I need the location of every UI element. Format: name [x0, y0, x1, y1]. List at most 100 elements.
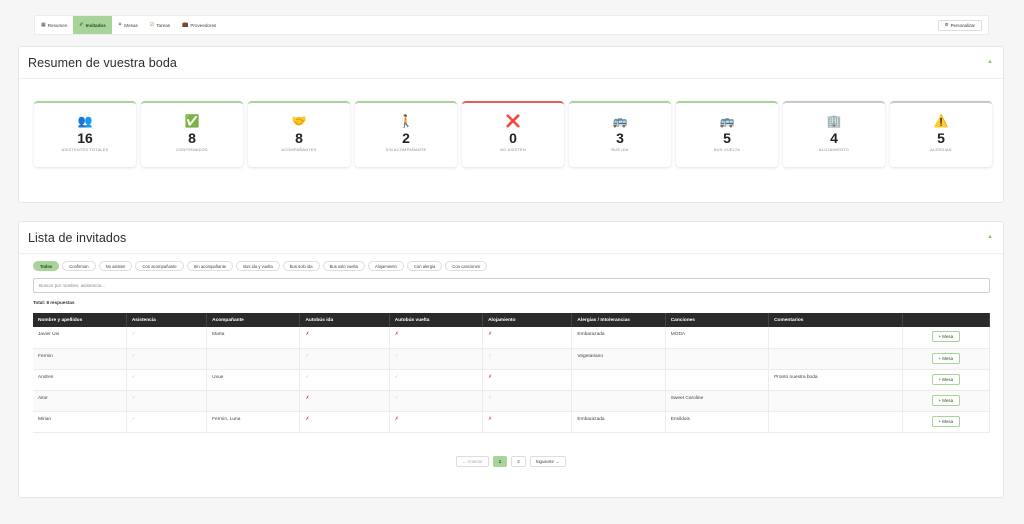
col-asistencia[interactable]: Asistencia: [126, 313, 208, 327]
cell-acciones: + Mesa: [902, 369, 991, 391]
table-row: Fermin ✓ ✓ ✓ ✓ Vegetariano + Mesa: [33, 348, 991, 370]
add-mesa-button[interactable]: + Mesa: [931, 352, 961, 364]
stat-label: Bus vuelta: [713, 148, 741, 152]
tab-mesas[interactable]: ⚘ Mesas: [112, 16, 144, 34]
bus-icon: 🚌: [612, 114, 628, 128]
col-canciones[interactable]: Canciones: [665, 313, 770, 327]
filter-sin-acompanante[interactable]: Sin acompañante: [186, 261, 234, 271]
tab-label: Proveedores: [190, 22, 217, 28]
stat-label: Asistentes totales: [61, 148, 109, 152]
checkbox-icon: ☑: [149, 22, 155, 28]
grid-icon: ▦: [41, 22, 46, 28]
col-nombre[interactable]: Nombre y apellidos: [33, 313, 127, 327]
filter-confirman[interactable]: Confirman: [62, 261, 96, 271]
tab-label: Mesas: [124, 22, 138, 28]
cell-bus-vuelta: ✗: [389, 411, 484, 433]
personalize-button[interactable]: ⚙ Personalizar: [937, 19, 982, 31]
collapse-guests-icon[interactable]: ▲: [987, 234, 993, 240]
filter-alojamiento[interactable]: Alojamiento: [367, 261, 404, 271]
cell-asistencia: ✓: [126, 411, 208, 433]
stat-value: 8: [188, 130, 196, 146]
cell-alojamiento: ✗: [482, 411, 573, 433]
filter-bus-solo-vuelta[interactable]: Bus solo vuelta: [322, 261, 365, 271]
top-navigation: ▦ Resumen ✐ Invitados ⚘ Mesas ☑ Tareas 💼…: [34, 15, 989, 35]
stat-label: No asisten: [500, 148, 526, 152]
col-acompanante[interactable]: Acompañante: [206, 313, 301, 327]
filter-no-asisten[interactable]: No asisten: [98, 261, 133, 271]
walking-person-icon: 🚶: [398, 114, 414, 128]
add-mesa-button[interactable]: + Mesa: [931, 373, 961, 385]
stat-card-no-asisten: ❌ 0 No asisten: [462, 101, 564, 167]
guests-panel: Lista de invitados ▲ Todos Confirman No …: [18, 221, 1004, 498]
tab-resumen[interactable]: ▦ Resumen: [35, 16, 73, 34]
collapse-summary-icon[interactable]: ▲: [987, 59, 993, 65]
table-row: Javier Uni ✓ Marta ✗ ✗ ✗ Embarazada MODA…: [33, 327, 991, 349]
cell-alojamiento: ✗: [482, 327, 573, 349]
page-2-button[interactable]: 2: [511, 456, 526, 467]
cell-comentarios: [768, 348, 903, 370]
cell-bus-vuelta: ✓: [389, 390, 484, 412]
cell-bus-vuelta: ✗: [389, 327, 484, 349]
cell-canciones: [665, 369, 770, 391]
stat-card-alergias: ⚠️ 5 Alergias: [890, 101, 992, 167]
cell-comentarios: [768, 327, 903, 349]
col-comentarios[interactable]: Comentarios: [768, 313, 903, 327]
stat-value: 5: [937, 130, 945, 146]
filter-bus-ida-vuelta[interactable]: Bus ida y vuelta: [236, 261, 280, 271]
cell-alojamiento: ✗: [482, 369, 573, 391]
stat-card-acompanantes: 🤝 8 Acompañantes: [248, 101, 350, 167]
summary-title: Resumen de vuestra boda: [28, 55, 177, 70]
next-page-button[interactable]: Siguiente →: [529, 456, 566, 467]
building-icon: 🏢: [826, 114, 842, 128]
cell-canciones: Sweet Caroline: [665, 390, 770, 412]
table-row: Mirian ✓ Fermin, Luna ✗ ✗ ✗ Embarazada E…: [33, 411, 991, 433]
search-input[interactable]: Buscar por nombre, asistencia...: [33, 278, 990, 293]
cell-acciones: + Mesa: [902, 327, 991, 349]
pencil-icon: ✐: [79, 22, 84, 28]
col-bus-vuelta[interactable]: Autobús vuelta: [389, 313, 484, 327]
cell-canciones: MODA: [665, 327, 770, 349]
filter-bus-solo-ida[interactable]: Bus solo ida: [282, 261, 320, 271]
tab-proveedores[interactable]: 💼 Proveedores: [176, 16, 222, 34]
total-count: Total: 8 respuestas: [33, 300, 75, 305]
filter-todos[interactable]: Todos: [33, 261, 60, 271]
cell-bus-vuelta: ✓: [389, 348, 484, 370]
col-acciones: [902, 313, 991, 327]
cell-bus-vuelta: ✓: [389, 369, 484, 391]
col-alergias[interactable]: Alergias / Intolerancias: [571, 313, 666, 327]
tab-label: Resumen: [47, 22, 68, 28]
cell-nombre: Aitor: [33, 390, 127, 412]
filter-con-acompanante[interactable]: Con acompañante: [135, 261, 184, 271]
stat-value: 4: [830, 130, 838, 146]
stat-value: 5: [723, 130, 731, 146]
cell-canciones: [665, 348, 770, 370]
add-mesa-button[interactable]: + Mesa: [931, 415, 961, 427]
page-1-button[interactable]: 1: [492, 456, 508, 467]
tab-tareas[interactable]: ☑ Tareas: [144, 16, 176, 34]
add-mesa-button[interactable]: + Mesa: [931, 394, 961, 406]
cell-bus-ida: ✗: [299, 327, 390, 349]
stat-card-bus-ida: 🚌 3 Bus ida: [569, 101, 671, 167]
filter-con-alergia[interactable]: Con alergia: [406, 261, 443, 271]
people-icon: 👥: [77, 114, 93, 128]
tab-label: Invitados: [85, 22, 106, 28]
col-alojamiento[interactable]: Alojamiento: [482, 313, 573, 327]
col-bus-ida[interactable]: Autobús ida: [299, 313, 390, 327]
add-mesa-button[interactable]: + Mesa: [931, 331, 961, 342]
stat-card-bus-vuelta: 🚌 5 Bus vuelta: [676, 101, 778, 167]
personalize-label: Personalizar: [950, 22, 975, 28]
cell-alergias: Embarazada: [571, 327, 666, 349]
guests-table: Nombre y apellidos Asistencia Acompañant…: [33, 313, 991, 433]
cell-acompanante: Uxue: [206, 369, 301, 391]
cell-alergias: Vegetariano: [571, 348, 666, 370]
cell-acciones: + Mesa: [902, 411, 991, 433]
filter-con-canciones[interactable]: Con canciones: [445, 261, 487, 271]
prev-page-button[interactable]: ← Anterior: [456, 456, 489, 467]
tab-invitados[interactable]: ✐ Invitados: [73, 16, 112, 34]
stat-label: Alojamiento: [818, 148, 850, 152]
handshake-icon: 🤝: [291, 114, 307, 128]
cell-acompanante: [206, 348, 301, 370]
gear-icon: ⚙: [944, 22, 949, 27]
flower-icon: ⚘: [117, 22, 123, 28]
guests-title: Lista de invitados: [28, 230, 127, 245]
